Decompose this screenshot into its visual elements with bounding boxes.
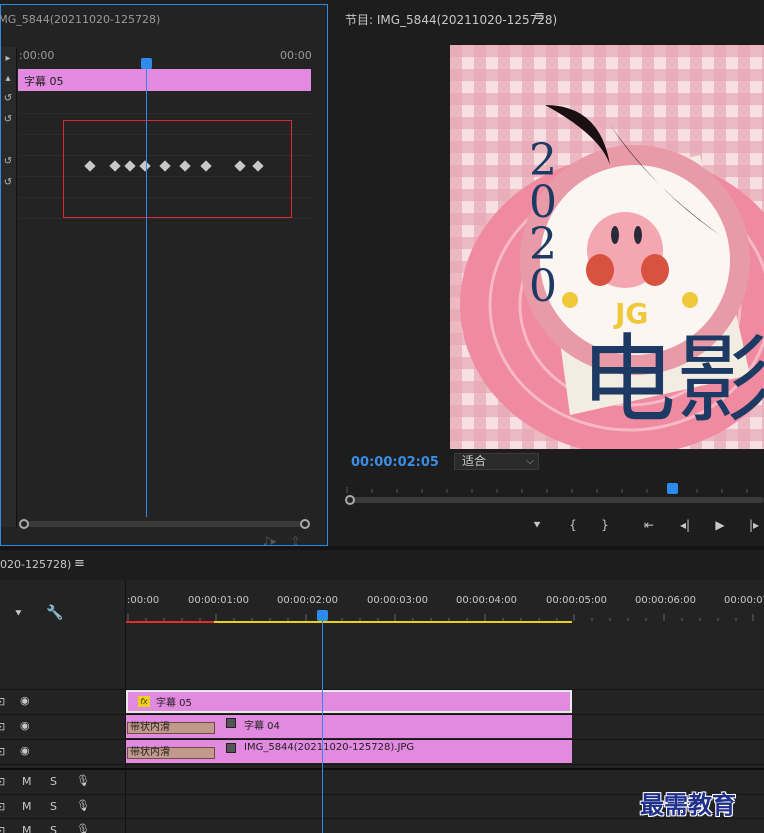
program-playhead-handle[interactable] [667,483,678,494]
program-mini-ruler[interactable] [343,483,764,495]
clip-fx-icon [226,743,236,753]
timeline-tick-label: 00:00:05:00 [546,595,608,606]
mute-toggle[interactable]: M [22,775,32,788]
sync-lock-icon[interactable]: ⊡ [0,775,5,788]
title-overlay: 电影 [580,324,764,436]
ec-ruler-start: :00:00 [19,49,55,62]
chevron-down-icon: ⌵ [526,456,534,467]
sync-lock-icon[interactable]: ⊡ [0,745,5,758]
mute-toggle[interactable]: M [22,824,32,833]
row-divider [18,218,311,219]
expand-arrow-icon[interactable]: ▸ [2,53,14,65]
mark-out-icon[interactable]: } [597,517,613,533]
eye-icon[interactable]: ◉ [20,694,30,707]
microphone-icon[interactable]: 🎙 [76,774,90,787]
scroll-handle-left[interactable] [345,495,355,505]
eye-icon[interactable]: ◉ [20,744,30,757]
reset-icon[interactable]: ↺ [2,114,14,126]
ec-ruler-end: 00:00 [280,49,312,62]
step-back-icon[interactable]: ◂| [677,517,693,533]
sync-lock-icon[interactable]: ⊡ [0,824,5,833]
watermark-logo: 最需教育 [640,790,736,819]
solo-toggle[interactable]: S [50,775,57,788]
timeline-track-headers: ⯆ 🔧 ⊡ ◉ ⊡ ◉ ⊡ ◉ ⊡ M S 🎙 ⊡ M S 🎙 ⊡ M S 🎙 [0,580,125,833]
fit-dropdown[interactable]: 适合 ⌵ [454,453,539,470]
solo-toggle[interactable]: S [50,824,57,833]
marker-icon[interactable]: ⯆ [14,607,23,621]
timeline-tick-label: 00:00:03:00 [367,595,429,606]
timeline-tick-label: 00:00:01:00 [188,595,250,606]
solo-toggle[interactable]: S [50,800,57,813]
scroll-handle-right[interactable] [300,519,310,529]
timeline-playhead-line [322,618,323,833]
effect-property-strip: ▸ ▴ ↺ ↺ ↺ ↺ [1,47,17,527]
play-icon[interactable]: ▶ [712,517,728,533]
track-divider [0,764,764,765]
microphone-icon[interactable]: 🎙 [76,799,90,812]
timeline-clip-v3[interactable]: fx 字幕 05 [126,690,572,713]
go-to-in-icon[interactable]: ⇤ [641,517,657,533]
premiere-workspace: IMG_5844(20211020-125728) ▸ ▴ ↺ ↺ ↺ ↺ :0… [0,0,764,833]
timeline-tick-label: 00:00:06:00 [635,595,697,606]
microphone-icon[interactable]: 🎙 [76,823,90,833]
program-monitor-title: 节目: IMG_5844(20211020-125728) [345,13,558,27]
timeline-tick-label: 00:00:02:00 [277,595,339,606]
sync-lock-icon[interactable]: ⊡ [0,800,5,813]
video-audio-divider [0,768,764,770]
program-timecode[interactable]: 00:00:02:05 [351,455,439,470]
timeline-tick-label: 00:00:07 [724,595,764,606]
step-forward-icon[interactable]: |▸ [746,517,762,533]
reset-icon[interactable]: ↺ [2,93,14,105]
wrench-icon[interactable]: 🔧 [46,605,63,621]
render-bar-red [126,621,214,623]
panel-menu-icon[interactable]: ≡ [74,556,85,571]
effect-controls-title: IMG_5844(20211020-125728) [0,13,161,26]
year-digit: 0 [529,261,557,312]
clip-label: 字幕 05 [156,698,192,709]
transition-band-slide[interactable]: 带状内滑 [127,722,215,734]
year-digit: 2 [529,219,557,270]
row-divider [18,113,311,114]
marker-icon[interactable]: ⯆ [529,517,545,533]
mute-toggle[interactable]: M [22,800,32,813]
ec-playhead-line [146,65,147,517]
panel-divider[interactable] [0,546,764,550]
clip-label: IMG_5844(20211020-125728).JPG [244,742,415,753]
year-digit: 0 [529,177,557,228]
collapse-arrow-icon[interactable]: ▴ [2,73,14,85]
year-digit: 2 [529,135,557,186]
fx-badge: fx [138,696,150,707]
timeline-tick-label: :00:00 [127,595,160,606]
reset-icon[interactable]: ↺ [2,156,14,168]
timeline-title: 020-125728) [0,558,72,571]
program-zoom-scrollbar[interactable] [347,497,764,503]
year-overlay: 2 0 2 0 [528,135,558,312]
ec-horizontal-scrollbar[interactable] [23,521,309,527]
timeline-tick-label: 00:00:04:00 [456,595,518,606]
scroll-handle-left[interactable] [19,519,29,529]
eye-icon[interactable]: ◉ [20,719,30,732]
sync-lock-icon[interactable]: ⊡ [0,695,5,708]
clip-fx-icon [226,718,236,728]
effect-controls-panel: IMG_5844(20211020-125728) ▸ ▴ ↺ ↺ ↺ ↺ :0… [0,4,328,548]
transition-band-slide[interactable]: 带状内滑 [127,747,215,759]
sync-lock-icon[interactable]: ⊡ [0,720,5,733]
ec-clip-bar[interactable]: 字幕 05 [18,69,311,91]
mark-in-icon[interactable]: { [565,517,581,533]
program-video-frame: JG 2 0 2 0 电影 [450,45,764,449]
reset-icon[interactable]: ↺ [2,177,14,189]
ec-clip-label: 字幕 05 [24,75,64,88]
panel-menu-icon[interactable]: ≡ [534,9,545,24]
clip-label: 字幕 04 [244,721,280,732]
fit-value: 适合 [462,454,487,468]
render-bar-yellow [214,621,572,623]
